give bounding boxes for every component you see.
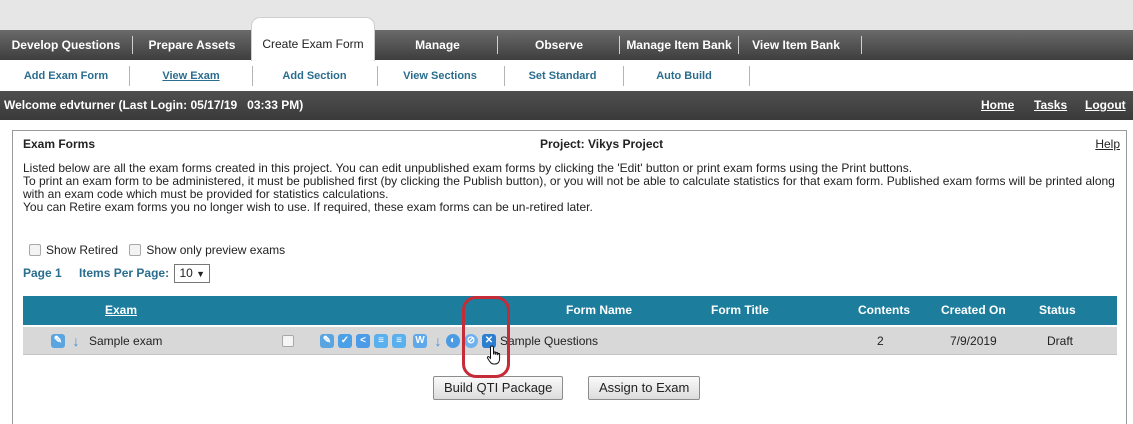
items-per-page-value: 10 — [179, 266, 193, 280]
status-text: Draft — [1047, 334, 1074, 348]
download-arrow-icon[interactable]: ↓ — [69, 334, 83, 348]
table-row: ✎ ↓ Sample exam ✎ ✓ < ≡ ≡ W ↓ ◐ ⊘ ✕ Samp… — [23, 327, 1117, 355]
tab-develop-questions[interactable]: Develop Questions — [0, 30, 132, 60]
help-link[interactable]: Help — [1095, 137, 1120, 151]
edit-icon[interactable]: ✎ — [51, 334, 65, 348]
tab-create-exam-form[interactable]: Create Exam Form — [251, 17, 375, 61]
header-exam[interactable]: Exam — [105, 296, 137, 325]
filters: Show Retired Show only preview exams — [29, 243, 285, 257]
hand-cursor-icon — [486, 345, 501, 365]
share-icon[interactable]: < — [356, 334, 370, 348]
created-on-date: 7/9/2019 — [950, 334, 997, 348]
panel-title: Exam Forms — [23, 137, 96, 151]
header-form-title: Form Title — [711, 303, 769, 317]
header-status: Status — [1039, 303, 1076, 317]
assign-to-exam-button[interactable]: Assign to Exam — [588, 376, 701, 400]
exam-name[interactable]: Sample exam — [89, 327, 162, 355]
items-per-page-label: Items Per Page: — [79, 266, 170, 280]
items-per-page-select[interactable]: 10 ▼ — [174, 264, 211, 283]
subnav-divider — [504, 66, 505, 86]
download-icon[interactable]: ↓ — [431, 334, 445, 348]
tab-manage-item-bank[interactable]: Manage Item Bank — [621, 30, 737, 60]
show-preview-checkbox[interactable] — [129, 244, 142, 256]
project-name: Project: Vikys Project — [540, 137, 664, 151]
subnav-view-sections[interactable]: View Sections — [381, 61, 499, 91]
word-export-icon[interactable]: W — [413, 334, 427, 348]
form-name: Sample Questions — [500, 334, 599, 348]
home-link[interactable]: Home — [981, 91, 1014, 120]
show-retired-checkbox[interactable] — [29, 244, 41, 256]
info-icon[interactable]: ◐ — [446, 334, 460, 348]
pager: Page 1 Items Per Page: 10 ▼ — [23, 264, 211, 283]
description: Listed below are all the exam forms crea… — [23, 162, 1121, 214]
show-preview-label: Show only preview exams — [146, 243, 286, 257]
subnav-view-exam[interactable]: View Exam — [137, 61, 245, 91]
tab-view-item-bank[interactable]: View Item Bank — [741, 30, 851, 60]
tab-manage[interactable]: Manage — [380, 30, 495, 60]
nav-divider — [497, 36, 498, 54]
description-line: To print an exam form to be administered… — [23, 174, 1115, 201]
tasks-link[interactable]: Tasks — [1034, 91, 1067, 120]
exam-forms-panel: Exam Forms Project: Vikys Project Help L… — [12, 130, 1127, 424]
header-contents: Contents — [858, 303, 910, 317]
subnav-divider — [377, 66, 378, 86]
nav-divider — [619, 36, 620, 54]
welcome-message: Welcome edvturner (Last Login: 05/17/19 … — [4, 98, 304, 112]
header-created-on: Created On — [941, 303, 1006, 317]
logout-link[interactable]: Logout — [1085, 91, 1126, 120]
tab-prepare-assets[interactable]: Prepare Assets — [136, 30, 248, 60]
show-retired-label: Show Retired — [46, 243, 119, 257]
print-key-icon[interactable]: ≡ — [392, 334, 406, 348]
publish-check-icon[interactable]: ✓ — [338, 334, 352, 348]
row-checkbox[interactable] — [282, 335, 294, 347]
build-qti-package-button[interactable]: Build QTI Package — [433, 376, 564, 400]
retire-icon[interactable]: ⊘ — [464, 334, 478, 348]
top-strip — [0, 0, 1133, 30]
subnav-set-standard[interactable]: Set Standard — [507, 61, 618, 91]
nav-divider — [738, 36, 739, 54]
print-document-icon[interactable]: ≡ — [374, 334, 388, 348]
subnav-divider — [623, 66, 624, 86]
description-line: You can Retire exam forms you no longer … — [23, 200, 593, 214]
subnav-divider — [129, 66, 130, 86]
subnav-divider — [252, 66, 253, 86]
subnav-add-exam-form[interactable]: Add Exam Form — [10, 61, 122, 91]
subnav-auto-build[interactable]: Auto Build — [628, 61, 740, 91]
nav-divider — [132, 36, 133, 54]
header-form-name: Form Name — [566, 303, 633, 317]
chevron-down-icon: ▼ — [196, 269, 206, 279]
subnav-add-section[interactable]: Add Section — [257, 61, 372, 91]
welcome-bar: Welcome edvturner (Last Login: 05/17/19 … — [0, 91, 1133, 120]
contents-count: 2 — [877, 334, 884, 348]
edit-form-icon[interactable]: ✎ — [320, 334, 334, 348]
nav-divider — [861, 36, 862, 54]
subnav-divider — [749, 66, 750, 86]
table-header: Exam Form Name Form Title Contents Creat… — [23, 296, 1117, 325]
tab-observe[interactable]: Observe — [500, 30, 618, 60]
page-indicator: Page 1 — [23, 266, 62, 280]
